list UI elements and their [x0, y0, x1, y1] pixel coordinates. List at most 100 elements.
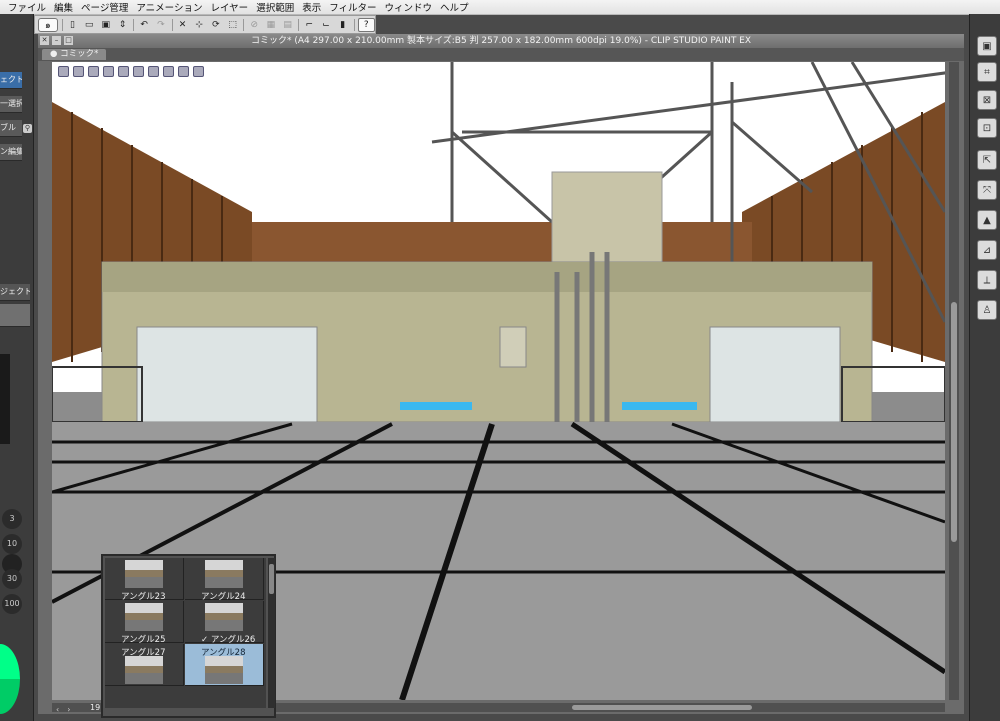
undo-icon[interactable]: ↶ — [137, 19, 151, 31]
angle-item[interactable]: アングル24 — [185, 558, 264, 602]
document-title: コミック* (A4 297.00 x 210.00mm 製本サイズ:B5 判 2… — [250, 36, 752, 46]
divider — [298, 18, 300, 31]
brush-size-3[interactable]: 3 — [2, 509, 22, 529]
camera-icon[interactable]: ▣ — [977, 36, 997, 56]
search-icon[interactable]: ⚲ — [23, 124, 32, 133]
angle-thumbnail — [205, 656, 243, 684]
tool-handle-icon[interactable] — [163, 66, 174, 77]
angle-item[interactable]: アングル23 — [105, 558, 184, 602]
tab-comic[interactable]: ● コミック* — [42, 49, 107, 60]
canvas-object-tools — [58, 66, 208, 77]
object-scale-icon[interactable]: ⊿ — [977, 240, 997, 260]
select-icon[interactable]: ⬚ — [226, 19, 240, 31]
left-tool-panel: ェクト 一選択 ブル ン編集 ⚲ ジェクト 3 30 10 100 — [0, 14, 34, 721]
angle-item-selected[interactable]: アングル28 — [185, 644, 264, 686]
tab-label: コミック* — [60, 49, 99, 59]
close-icon[interactable]: ✕ — [40, 36, 49, 45]
character-icon[interactable]: ♙ — [977, 300, 997, 320]
palette-scrollbar[interactable] — [268, 558, 275, 708]
maximize-icon[interactable]: □ — [64, 36, 73, 45]
camera-angle-palette: アングル23 アングル24 アングル25 ✓ アングル26 アングル27 アング… — [101, 554, 276, 718]
rotate-camera-icon[interactable]: ⊠ — [977, 90, 997, 110]
angle-item[interactable]: ✓ アングル26 — [185, 601, 264, 645]
window-controls: ✕ – □ — [40, 36, 76, 45]
tool-handle-icon[interactable] — [118, 66, 129, 77]
bench-left — [400, 402, 472, 410]
snap-grid-icon[interactable]: ▮ — [336, 19, 350, 31]
move-camera-icon[interactable]: ⌗ — [977, 62, 997, 82]
menu-help[interactable]: ヘルプ — [440, 0, 469, 14]
electric-box — [499, 326, 527, 368]
prev-page-icon[interactable]: ‹ — [56, 705, 59, 714]
app-logo-icon[interactable]: ๑ — [38, 17, 58, 32]
tool-handle-icon[interactable] — [133, 66, 144, 77]
table-tool-button[interactable]: ブル — [0, 120, 22, 137]
tool-handle-icon[interactable] — [73, 66, 84, 77]
transform-icon[interactable]: ⊹ — [192, 19, 206, 31]
color-wheel[interactable] — [0, 644, 20, 714]
invert-icon[interactable]: ▦ — [264, 19, 278, 31]
select-tool-button[interactable]: 一選択 — [0, 96, 22, 113]
object-tool-button[interactable]: ェクト — [0, 72, 22, 89]
tool-handle-icon[interactable] — [58, 66, 69, 77]
document-titlebar: ✕ – □ コミック* (A4 297.00 x 210.00mm 製本サイズ:… — [38, 34, 964, 48]
deselect-icon[interactable]: ⊘ — [247, 19, 261, 31]
menu-layer[interactable]: レイヤー — [210, 0, 248, 14]
save-icon[interactable]: ▣ — [99, 19, 113, 31]
pan-camera-icon[interactable]: ⊡ — [977, 118, 997, 138]
ground-icon[interactable]: ⟂ — [977, 270, 997, 290]
divider — [171, 18, 173, 31]
divider — [353, 18, 355, 31]
divider — [61, 18, 63, 31]
right-object-panel: ▣ ⌗ ⊠ ⊡ ⇱ ⤧ ▲ ⊿ ⟂ ♙ — [969, 14, 1000, 721]
menu-bar: ファイル 編集 ページ管理 アニメーション レイヤー 選択範囲 表示 フィルター… — [0, 0, 1000, 15]
object-move-icon[interactable]: ⇱ — [977, 150, 997, 170]
vertical-scrollbar[interactable] — [949, 62, 959, 700]
rotate-icon[interactable]: ⟳ — [209, 19, 223, 31]
menu-selection[interactable]: 選択範囲 — [256, 0, 294, 14]
vertical-scroll-thumb[interactable] — [951, 302, 957, 542]
menu-icon[interactable]: ⇕ — [116, 19, 130, 31]
page-nav: ‹ › — [56, 705, 78, 714]
tool-handle-icon[interactable] — [88, 66, 99, 77]
crop-icon[interactable]: ▤ — [281, 19, 295, 31]
snap-special-icon[interactable]: ⌙ — [319, 19, 333, 31]
clear-icon[interactable]: ✕ — [176, 19, 190, 31]
help-icon[interactable]: ? — [357, 17, 376, 32]
menu-file[interactable]: ファイル — [8, 0, 46, 14]
menu-page[interactable]: ページ管理 — [81, 0, 128, 14]
angle-thumbnail — [205, 603, 243, 631]
brush-size-10[interactable]: 10 — [2, 534, 22, 554]
angle-thumbnail — [205, 560, 243, 588]
brush-size-100[interactable]: 100 — [2, 594, 22, 614]
tool-handle-icon[interactable] — [178, 66, 189, 77]
angle-item[interactable]: アングル27 — [105, 644, 184, 686]
horizontal-scroll-thumb[interactable] — [572, 705, 752, 710]
menu-edit[interactable]: 編集 — [54, 0, 73, 14]
menu-animation[interactable]: アニメーション — [136, 0, 202, 14]
command-bar: ๑ ▯ ▭ ▣ ⇕ ↶ ↷ ✕ ⊹ ⟳ ⬚ ⊘ ▦ ▤ ⌐ ⌙ ▮ ? — [34, 15, 376, 34]
next-page-icon[interactable]: › — [67, 705, 70, 714]
edit-tool-button[interactable]: ン編集 — [0, 144, 22, 161]
menu-view[interactable]: 表示 — [302, 0, 321, 14]
divider — [133, 18, 135, 31]
object-rotate-icon[interactable]: ⤧ — [977, 180, 997, 200]
redo-icon[interactable]: ↷ — [154, 19, 168, 31]
tool-handle-icon[interactable] — [148, 66, 159, 77]
object-tab[interactable]: ジェクト — [0, 284, 30, 301]
new-icon[interactable]: ▯ — [66, 19, 80, 31]
brush-size-30[interactable]: 30 — [2, 569, 22, 589]
landscape-icon[interactable]: ▲ — [977, 210, 997, 230]
angle-thumbnail — [125, 656, 163, 684]
palette-scroll-thumb[interactable] — [269, 564, 274, 594]
tool-handle-icon[interactable] — [103, 66, 114, 77]
glass-door-right — [709, 326, 841, 423]
tool-handle-icon[interactable] — [193, 66, 204, 77]
angle-list: アングル23 アングル24 アングル25 ✓ アングル26 アングル27 アング… — [105, 558, 266, 708]
snap-ruler-icon[interactable]: ⌐ — [302, 19, 316, 31]
menu-filter[interactable]: フィルター — [329, 0, 376, 14]
minimize-icon[interactable]: – — [52, 36, 61, 45]
menu-window[interactable]: ウィンドウ — [385, 0, 433, 14]
angle-item[interactable]: アングル25 — [105, 601, 184, 645]
open-icon[interactable]: ▭ — [82, 19, 96, 31]
